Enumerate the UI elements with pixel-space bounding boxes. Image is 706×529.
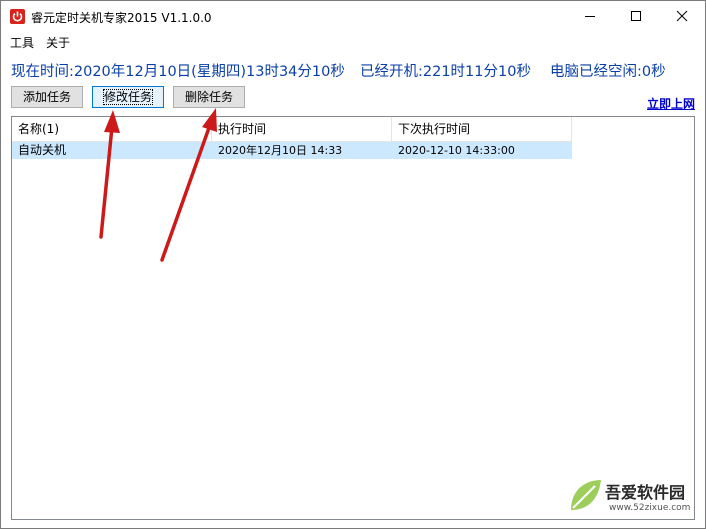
watermark: 吾爱软件园 www.52zixue.com [565, 474, 697, 520]
go-online-link[interactable]: 立即上网 [647, 95, 695, 112]
uptime-text: 已经开机:221时11分10秒 [360, 64, 531, 80]
delete-task-label: 删除任务 [184, 90, 233, 104]
menu-about[interactable]: 关于 [46, 34, 70, 51]
list-header: 名称(1) 执行时间 下次执行时间 [12, 117, 572, 142]
column-next-time[interactable]: 下次执行时间 [392, 117, 572, 141]
menu-bar: 工具 关于 [1, 31, 705, 51]
maximize-icon [631, 11, 641, 21]
column-exec-time[interactable]: 执行时间 [212, 117, 392, 141]
table-row[interactable]: 自动关机 2020年12月10日 14:33 2020-12-10 14:33:… [12, 142, 572, 159]
row-exec-time: 2020年12月10日 14:33 [218, 144, 343, 157]
watermark-text: 吾爱软件园 [605, 483, 686, 502]
delete-task-button[interactable]: 删除任务 [173, 86, 245, 108]
minimize-icon [585, 16, 595, 17]
watermark-url: www.52zixue.com [609, 503, 691, 513]
title-bar[interactable]: 睿元定时关机专家2015 V1.1.0.0 [1, 1, 705, 31]
app-window: 睿元定时关机专家2015 V1.1.0.0 工具 关于 现在时间:2020年12… [0, 0, 706, 529]
close-icon [676, 10, 688, 22]
menu-tools[interactable]: 工具 [10, 34, 34, 51]
edit-task-label: 修改任务 [102, 89, 154, 105]
row-next-time: 2020-12-10 14:33:00 [398, 144, 515, 157]
edit-task-button[interactable]: 修改任务 [92, 86, 164, 108]
add-task-label: 添加任务 [22, 90, 71, 104]
minimize-button[interactable] [567, 1, 613, 31]
leaf-logo-icon [571, 480, 601, 510]
power-icon [10, 9, 25, 24]
window-title: 睿元定时关机专家2015 V1.1.0.0 [31, 11, 212, 25]
close-button[interactable] [659, 1, 705, 31]
column-name[interactable]: 名称(1) [12, 117, 212, 141]
row-name: 自动关机 [18, 143, 67, 157]
idle-time-text: 电脑已经空闲:0秒 [550, 64, 666, 80]
maximize-button[interactable] [613, 1, 659, 31]
task-list[interactable]: 名称(1) 执行时间 下次执行时间 自动关机 2020年12月10日 14:33… [11, 116, 695, 520]
add-task-button[interactable]: 添加任务 [11, 86, 83, 108]
current-time-text: 现在时间:2020年12月10日(星期四)13时34分10秒 [11, 64, 345, 80]
